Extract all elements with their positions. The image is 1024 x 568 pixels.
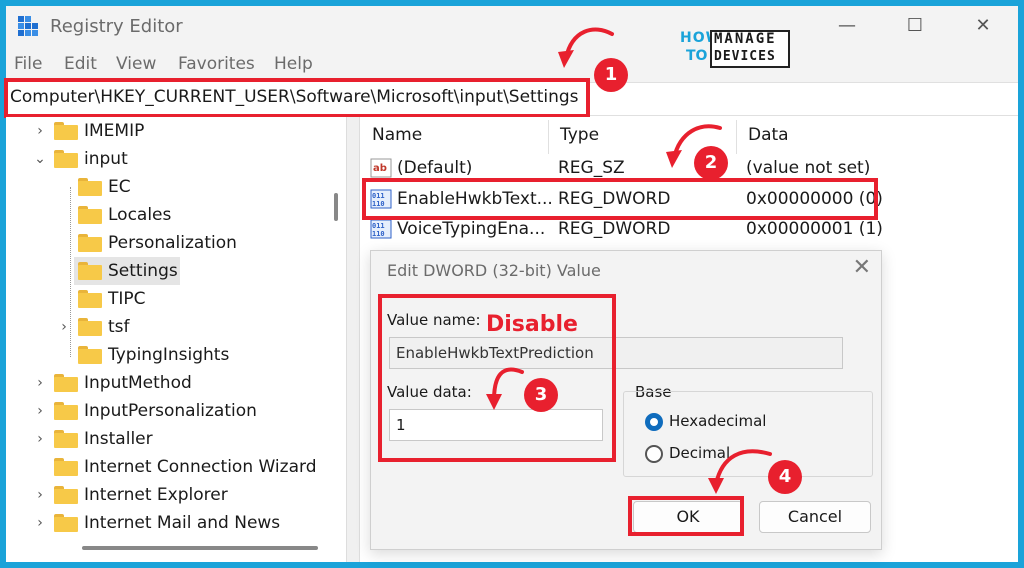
step-2-arrow-icon: [672, 124, 722, 160]
arrowhead-3-icon: [486, 394, 502, 410]
arrowhead-4-icon: [708, 478, 724, 494]
arrowhead-2-icon: [666, 150, 682, 168]
annotation-arrows: [486, 27, 772, 494]
step-1-arrow-icon: [564, 27, 614, 60]
step-4-arrow-icon: [714, 449, 772, 486]
arrowhead-1-icon: [558, 50, 574, 68]
